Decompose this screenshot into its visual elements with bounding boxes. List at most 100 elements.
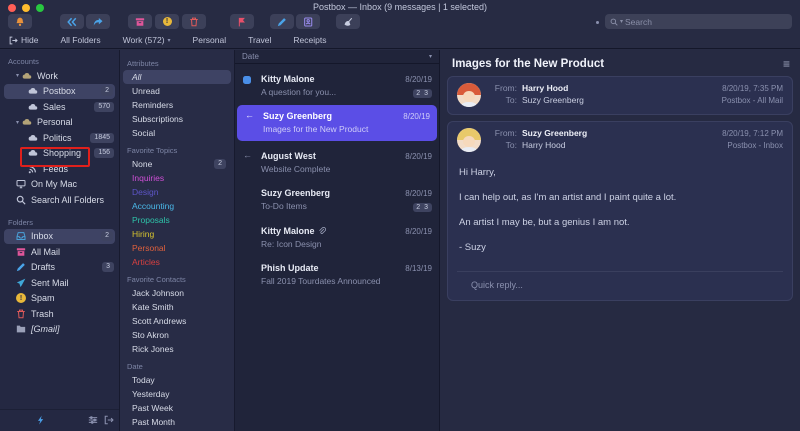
topic-articles[interactable]: Articles — [120, 255, 234, 269]
sidebar-item-feeds[interactable]: Feeds — [0, 161, 119, 177]
message-header[interactable]: From:Suzy Greenberg To:Harry Hood 8/20/1… — [457, 128, 783, 153]
message-body: Hi Harry, I can help out, as I'm an arti… — [457, 153, 783, 269]
topic-inquiries[interactable]: Inquiries — [120, 171, 234, 185]
contact-sto-akron[interactable]: Sto Akron — [120, 328, 234, 342]
trash-icon — [189, 17, 199, 27]
sidebar-item-inbox[interactable]: Inbox 2 — [4, 229, 115, 245]
spam-button[interactable]: ! — [155, 14, 179, 29]
forward-button[interactable] — [86, 14, 110, 29]
attribute-reminders[interactable]: Reminders — [120, 98, 234, 112]
contact-rick-jones[interactable]: Rick Jones — [120, 342, 234, 356]
sidebar-item-trash[interactable]: Trash — [0, 306, 119, 322]
trash-icon — [16, 309, 26, 319]
search-field[interactable]: ▾ — [605, 14, 792, 29]
quick-reply-field[interactable]: Quick reply... — [457, 271, 783, 294]
date-past-month[interactable]: Past Month — [120, 415, 234, 429]
account-settings-button[interactable] — [88, 412, 98, 430]
date-yesterday[interactable]: Yesterday — [120, 387, 234, 401]
favorites-bar: Hide All Folders Work (572)▾ Personal Tr… — [0, 32, 800, 49]
message-header[interactable]: From:Harry Hood To:Suzy Greenberg 8/20/1… — [457, 83, 783, 108]
accounts-header: Accounts — [0, 53, 119, 68]
sidebar-item-postbox[interactable]: Postbox 2 — [4, 84, 115, 100]
sidebar-item-politics[interactable]: Politics 1845 — [0, 130, 119, 146]
collapse-sidebar-button[interactable] — [104, 412, 114, 430]
attribute-all[interactable]: All — [123, 70, 231, 84]
contact-jack-johnson[interactable]: Jack Johnson — [120, 286, 234, 300]
message-row-phish-update[interactable]: Phish Update8/13/19 Fall 2019 Tourdates … — [235, 259, 439, 290]
tab-personal[interactable]: Personal — [193, 35, 227, 45]
avatar — [457, 128, 481, 152]
contact-scott-andrews[interactable]: Scott Andrews — [120, 314, 234, 328]
cloud-icon — [28, 148, 38, 158]
archive-icon — [16, 247, 26, 257]
sidebar-item-all-mail[interactable]: All Mail — [0, 244, 119, 260]
sidebar-item-on-my-mac[interactable]: On My Mac — [0, 177, 119, 193]
sidebar-item-personal[interactable]: ▾ Personal — [0, 115, 119, 131]
message-row-kitty-malone-1[interactable]: Kitty Malone8/20/19 A question for you..… — [235, 70, 439, 102]
favorite-contacts-header: Favorite Contacts — [120, 269, 234, 286]
contacts-button[interactable] — [296, 14, 320, 29]
sweep-button[interactable] — [336, 14, 360, 29]
tab-receipts[interactable]: Receipts — [293, 35, 326, 45]
message-menu-icon[interactable]: ≡ — [783, 58, 790, 70]
count-badge: 3 — [102, 262, 114, 272]
attribute-social[interactable]: Social — [120, 126, 234, 140]
topic-hiring[interactable]: Hiring — [120, 227, 234, 241]
hide-favorites-button[interactable]: Hide — [9, 35, 38, 45]
tab-work[interactable]: Work (572)▾ — [123, 35, 171, 45]
cloud-icon — [28, 86, 38, 96]
filters-panel: Attributes All Unread Reminders Subscrip… — [120, 50, 235, 431]
date-today[interactable]: Today — [120, 373, 234, 387]
message-list: Date ▾ Kitty Malone8/20/19 A question fo… — [235, 50, 440, 431]
topic-personal[interactable]: Personal — [120, 241, 234, 255]
archive-button[interactable] — [128, 14, 152, 29]
compose-button[interactable] — [270, 14, 294, 29]
contact-kate-smith[interactable]: Kate Smith — [120, 300, 234, 314]
monitor-icon — [16, 179, 26, 189]
message-row-suzy-greenberg-selected[interactable]: ← Suzy Greenberg8/20/19 Images for the N… — [237, 105, 437, 141]
sidebar-item-spam[interactable]: ! Spam — [0, 291, 119, 307]
spam-icon: ! — [163, 17, 172, 26]
delete-button[interactable] — [182, 14, 206, 29]
message-row-kitty-malone-2[interactable]: Kitty Malone 8/20/19 Re: Icon Design — [235, 222, 439, 253]
folder-icon — [16, 324, 26, 334]
unread-indicator-icon — [243, 76, 251, 84]
reply-button[interactable] — [60, 14, 84, 29]
message-card-collapsed[interactable]: From:Harry Hood To:Suzy Greenberg 8/20/1… — [447, 76, 793, 115]
sidebar-item-sales[interactable]: Sales 570 — [0, 99, 119, 115]
avatar — [457, 83, 481, 107]
topic-design[interactable]: Design — [120, 185, 234, 199]
topic-accounting[interactable]: Accounting — [120, 199, 234, 213]
expander-icon[interactable]: ▾ — [16, 119, 19, 126]
to-name: Harry Hood — [522, 140, 565, 150]
sidebar-item-drafts[interactable]: Drafts 3 — [0, 260, 119, 276]
sidebar-item-shopping[interactable]: Shopping 156 — [0, 146, 119, 162]
sidebar-item-search-all-folders[interactable]: Search All Folders — [0, 192, 119, 208]
attribute-subscriptions[interactable]: Subscriptions — [120, 112, 234, 126]
attribute-unread[interactable]: Unread — [120, 84, 234, 98]
message-row-august-west[interactable]: ← August West8/20/19 Website Complete — [235, 147, 439, 178]
sidebar-item-work[interactable]: ▾ Work — [0, 68, 119, 84]
topic-proposals[interactable]: Proposals — [120, 213, 234, 227]
attributes-header: Attributes — [120, 53, 234, 70]
sidebar-item-gmail[interactable]: [Gmail] — [0, 322, 119, 338]
favorite-topics-header: Favorite Topics — [120, 140, 234, 157]
reading-pane: Images for the New Product ≡ From:Harry … — [440, 50, 800, 431]
search-input[interactable] — [625, 17, 765, 27]
notifications-button[interactable] — [8, 14, 32, 29]
flag-button[interactable] — [230, 14, 254, 29]
sidebar-item-sent-mail[interactable]: Sent Mail — [0, 275, 119, 291]
message-row-suzy-greenberg-2[interactable]: Suzy Greenberg8/20/19 To-Do Items2 3 — [235, 184, 439, 216]
tab-travel[interactable]: Travel — [248, 35, 271, 45]
message-card-expanded: From:Suzy Greenberg To:Harry Hood 8/20/1… — [447, 121, 793, 301]
topic-none[interactable]: None2 — [120, 157, 234, 171]
to-name: Suzy Greenberg — [522, 95, 584, 105]
message-list-sort-header[interactable]: Date ▾ — [235, 50, 439, 64]
search-scope-chevron-icon[interactable]: ▾ — [620, 18, 623, 25]
rss-icon — [28, 164, 38, 174]
expander-icon[interactable]: ▾ — [16, 72, 19, 79]
unread-badge: 156 — [94, 148, 114, 158]
date-past-week[interactable]: Past Week — [120, 401, 234, 415]
tab-all-folders[interactable]: All Folders — [60, 35, 100, 45]
quick-post-button[interactable] — [36, 412, 46, 430]
